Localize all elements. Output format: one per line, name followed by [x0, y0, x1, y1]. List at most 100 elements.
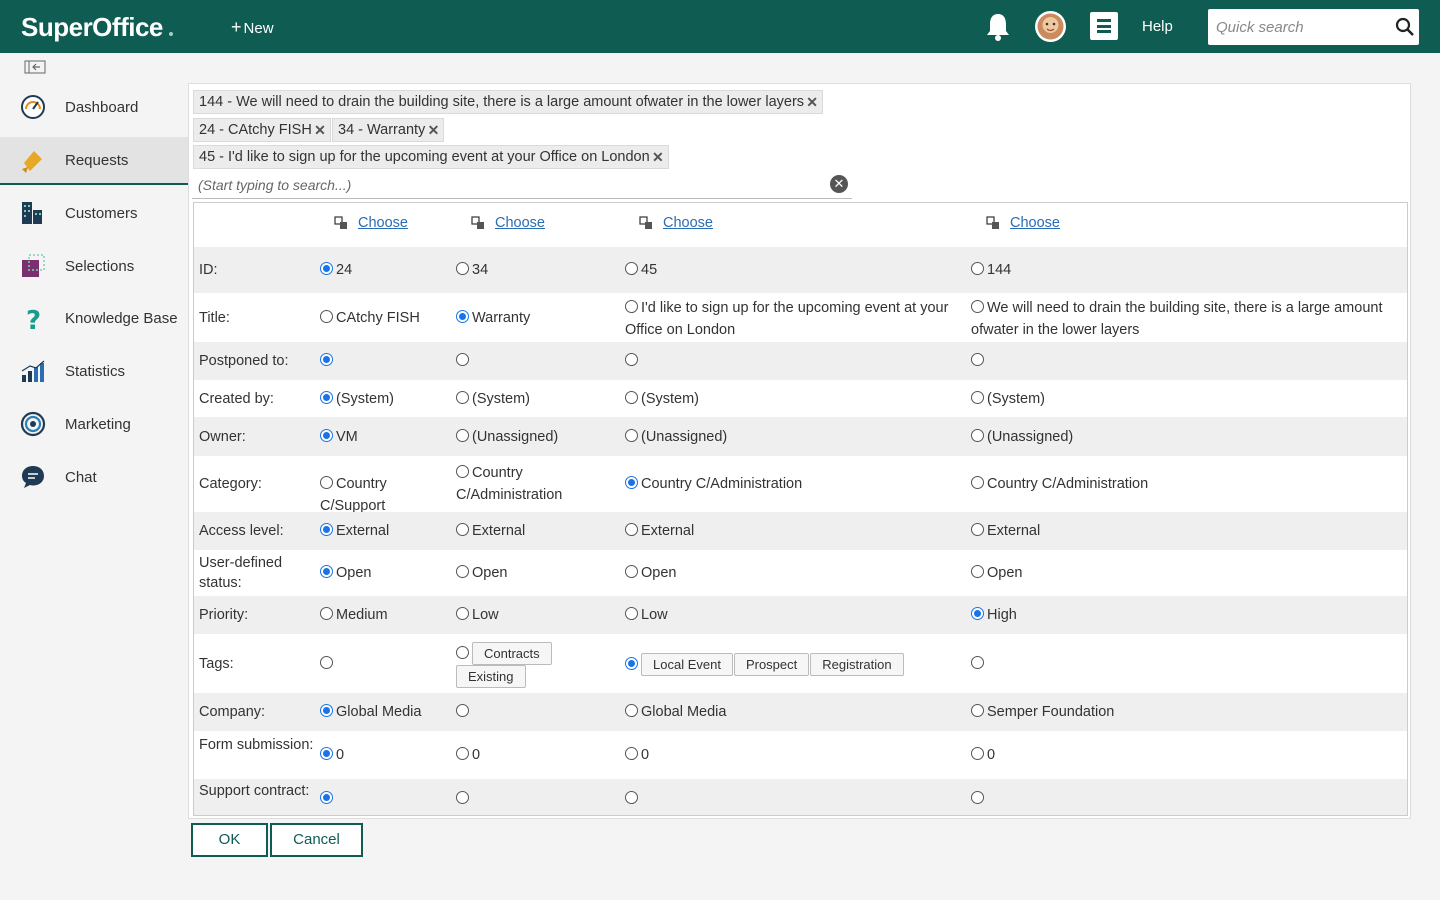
merge-radio[interactable] — [456, 704, 469, 717]
merge-option — [625, 350, 969, 372]
merge-radio[interactable] — [625, 300, 638, 313]
ok-button[interactable]: OK — [191, 823, 268, 857]
choose-column-4[interactable]: Choose — [986, 215, 1060, 231]
grid-row: Owner: VM (Unassigned) (Unassigned) (Unassig… — [194, 417, 1407, 456]
merge-radio[interactable] — [320, 262, 333, 275]
merge-radio[interactable] — [320, 523, 333, 536]
remove-chip-icon[interactable]: ✕ — [314, 119, 326, 141]
merge-radio[interactable] — [456, 353, 469, 366]
merge-radio[interactable] — [971, 565, 984, 578]
merge-radio[interactable] — [971, 747, 984, 760]
merge-radio[interactable] — [625, 262, 638, 275]
choose-column-1[interactable]: Choose — [334, 215, 408, 231]
sidebar-item-statistics[interactable]: Statistics — [0, 348, 188, 396]
merge-radio[interactable] — [320, 655, 333, 669]
sidebar-item-dashboard[interactable]: Dashboard — [0, 84, 188, 132]
merge-radio[interactable] — [625, 747, 638, 760]
merge-option — [971, 350, 1401, 372]
merge-option: (System) — [456, 388, 621, 410]
merge-radio[interactable] — [971, 607, 984, 620]
merge-option: Semper Foundation — [971, 701, 1401, 723]
merge-option: (Unassigned) — [971, 426, 1401, 448]
merge-radio[interactable] — [625, 428, 638, 442]
help-link[interactable]: Help — [1142, 18, 1173, 35]
merge-radio[interactable] — [971, 791, 984, 804]
merge-option-value: Warranty — [472, 309, 531, 326]
merge-radio[interactable] — [320, 791, 333, 804]
new-button[interactable]: + New — [231, 17, 274, 38]
bell-icon[interactable] — [984, 12, 1012, 42]
quick-search-input[interactable] — [1208, 9, 1388, 45]
field-label: ID: — [199, 262, 218, 278]
merge-radio[interactable] — [320, 704, 333, 717]
sidebar-item-knowledge-base[interactable]: ? Knowledge Base — [0, 295, 188, 343]
collapse-sidebar-icon[interactable] — [24, 60, 46, 74]
merge-radio[interactable] — [971, 428, 984, 442]
merge-radio[interactable] — [320, 353, 333, 366]
merge-option-value: (Unassigned) — [987, 428, 1074, 445]
merge-radio[interactable] — [320, 309, 333, 323]
remove-chip-icon[interactable]: ✕ — [652, 146, 664, 168]
merge-radio[interactable] — [456, 791, 469, 804]
grid-row: Postponed to: — [194, 342, 1407, 380]
merge-radio[interactable] — [456, 565, 469, 578]
logo[interactable]: SuperOffice — [21, 12, 163, 43]
sidebar-item-requests[interactable]: Requests — [0, 137, 188, 185]
cancel-button[interactable]: Cancel — [270, 823, 363, 857]
merge-radio[interactable] — [971, 300, 984, 313]
sidebar-item-selections[interactable]: Selections — [0, 243, 188, 291]
merge-radio[interactable] — [456, 645, 469, 659]
merge-radio[interactable] — [971, 704, 984, 717]
field-label: Support contract: — [199, 783, 310, 799]
merge-option: Open — [320, 562, 452, 584]
merge-option-value: Low — [641, 607, 668, 623]
merge-radio[interactable] — [456, 465, 469, 478]
merge-option: (Unassigned) — [625, 426, 969, 448]
merge-radio[interactable] — [320, 747, 333, 760]
merge-radio[interactable] — [971, 476, 984, 489]
merge-radio[interactable] — [456, 390, 469, 404]
avatar[interactable] — [1035, 11, 1066, 42]
choose-column-2[interactable]: Choose — [471, 215, 545, 231]
sidebar-item-marketing[interactable]: Marketing — [0, 401, 188, 449]
merge-radio[interactable] — [320, 607, 333, 620]
merge-radio[interactable] — [320, 476, 333, 489]
merge-radio[interactable] — [456, 428, 469, 442]
merge-radio[interactable] — [971, 523, 984, 536]
sidebar-item-chat[interactable]: Chat — [0, 454, 188, 502]
merge-radio[interactable] — [625, 390, 638, 404]
remove-chip-icon[interactable]: ✕ — [806, 91, 818, 113]
merge-radio[interactable] — [625, 565, 638, 578]
merge-radio[interactable] — [320, 390, 333, 404]
merge-radio[interactable] — [456, 607, 469, 620]
merge-radio[interactable] — [971, 655, 984, 669]
clear-search-icon[interactable]: ✕ — [830, 175, 848, 193]
merge-radio[interactable] — [456, 747, 469, 760]
grid-row: Form submission: 0 0 0 0 — [194, 731, 1407, 779]
request-search-input[interactable] — [192, 172, 812, 198]
merge-radio[interactable] — [625, 656, 638, 670]
merge-radio[interactable] — [971, 262, 984, 275]
merge-radio[interactable] — [456, 309, 469, 323]
search-icon[interactable] — [1395, 17, 1415, 37]
merge-radio[interactable] — [456, 523, 469, 536]
choose-column-3[interactable]: Choose — [639, 215, 713, 231]
merge-radio[interactable] — [625, 607, 638, 620]
merge-option-value: (System) — [641, 390, 699, 407]
merge-radio[interactable] — [625, 523, 638, 536]
merge-radio[interactable] — [971, 390, 984, 404]
merge-radio[interactable] — [625, 476, 638, 489]
merge-radio[interactable] — [625, 353, 638, 366]
merge-radio[interactable] — [625, 704, 638, 717]
remove-chip-icon[interactable]: ✕ — [428, 119, 440, 141]
merge-option-value: External — [641, 523, 695, 539]
merge-radio[interactable] — [625, 791, 638, 804]
grid-row: ID: 24 34 45 144 — [194, 247, 1407, 293]
merge-radio[interactable] — [456, 262, 469, 275]
menu-icon[interactable] — [1090, 12, 1118, 40]
merge-radio[interactable] — [320, 565, 333, 578]
merge-radio[interactable] — [320, 428, 333, 442]
merge-radio[interactable] — [971, 353, 984, 366]
merge-option — [320, 350, 452, 372]
sidebar-item-customers[interactable]: Customers — [0, 190, 188, 238]
